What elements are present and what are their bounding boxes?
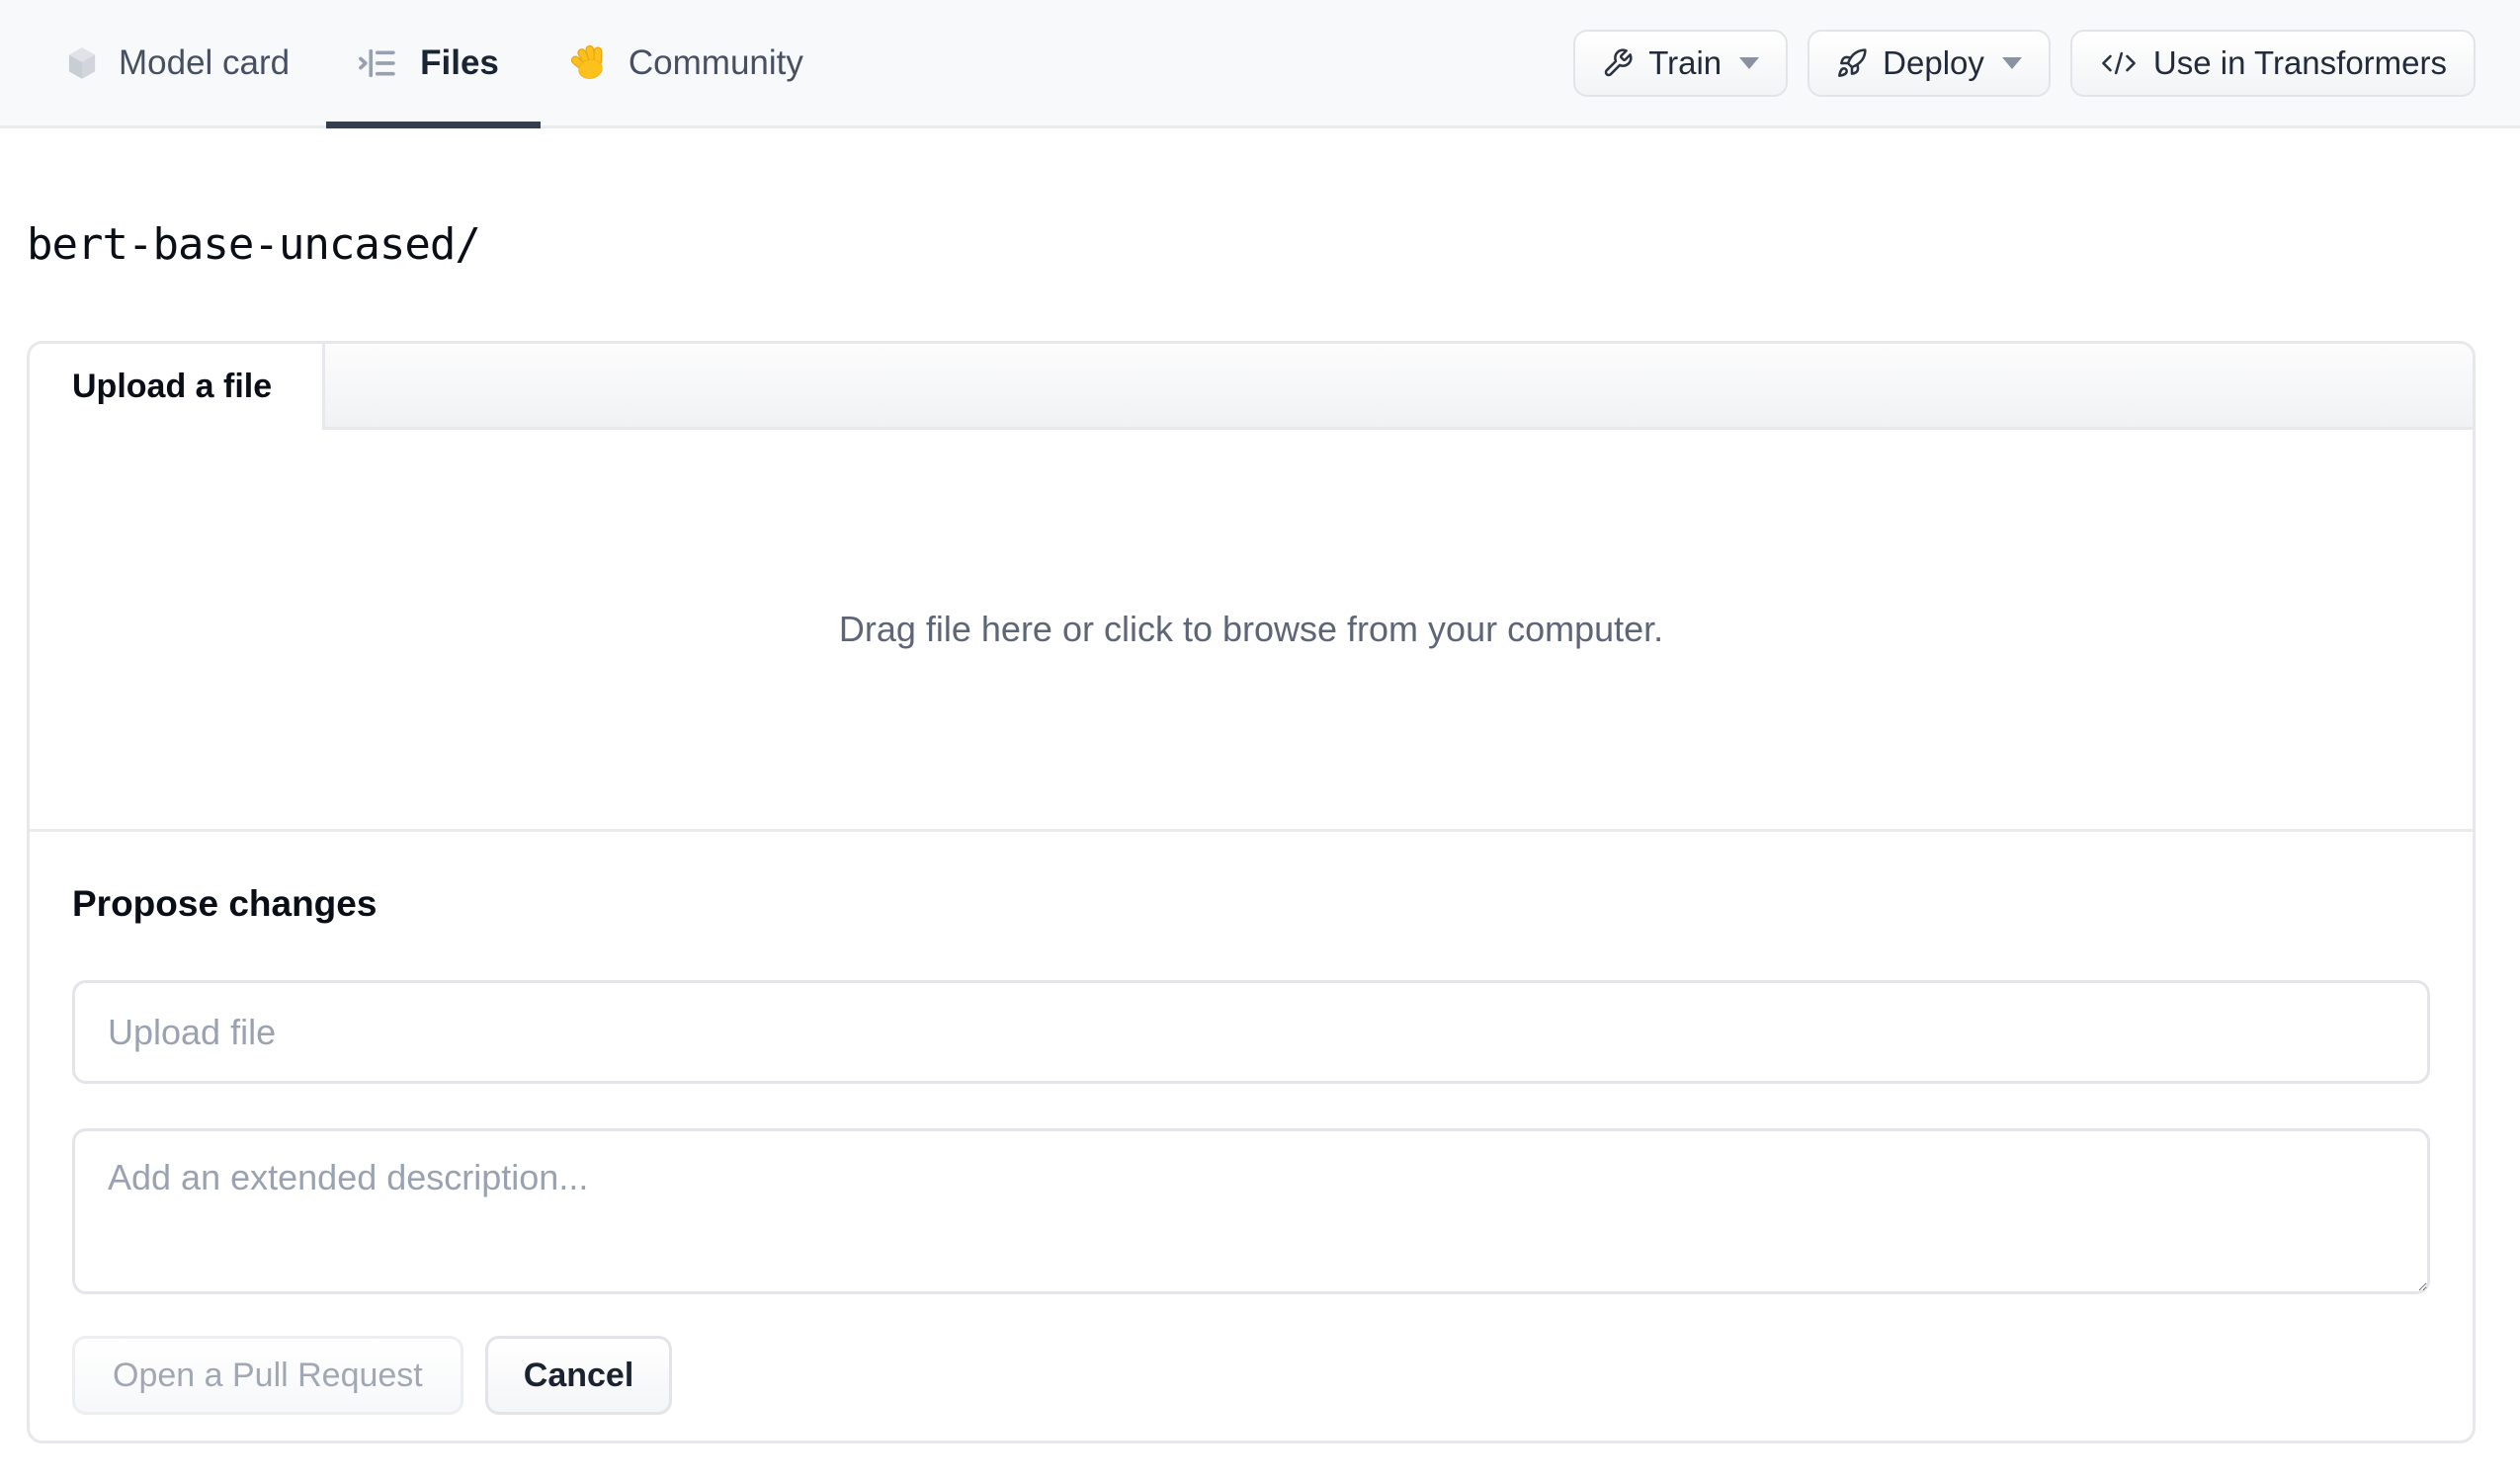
tab-model-card-label: Model card — [119, 42, 291, 82]
repo-actions: Train Deploy Use in Transformers — [1573, 29, 2520, 97]
use-in-transformers-button[interactable]: Use in Transformers — [2069, 29, 2476, 97]
propose-actions: Open a Pull Request Cancel — [72, 1336, 2430, 1415]
top-nav: Model card Files Community Train Deploy … — [0, 0, 2520, 128]
upload-card: Upload a file Drag file here or click to… — [27, 341, 2476, 1443]
tab-model-card[interactable]: Model card — [66, 0, 290, 125]
tab-community[interactable]: Community — [570, 0, 803, 125]
extended-description-textarea[interactable] — [72, 1128, 2430, 1294]
repo-files-page: Model card Files Community Train Deploy … — [0, 0, 2520, 1482]
waving-hand-icon — [570, 44, 608, 81]
train-button-label: Train — [1648, 43, 1722, 81]
cube-icon — [66, 46, 98, 80]
code-icon — [2099, 46, 2139, 80]
tab-files[interactable]: Files — [326, 0, 541, 128]
dropzone-hint: Drag file here or click to browse from y… — [838, 609, 1664, 649]
chevron-down-icon — [1739, 56, 1760, 69]
deploy-button[interactable]: Deploy — [1807, 29, 2051, 97]
list-tree-icon — [354, 41, 399, 86]
upload-card-header: Upload a file — [30, 344, 2473, 430]
propose-changes-heading: Propose changes — [72, 883, 378, 924]
tab-community-label: Community — [628, 42, 803, 82]
chevron-down-icon — [2001, 56, 2022, 69]
rocket-icon — [1836, 47, 1868, 79]
train-button[interactable]: Train — [1573, 29, 1789, 97]
deploy-button-label: Deploy — [1883, 43, 1984, 81]
cancel-button[interactable]: Cancel — [484, 1336, 673, 1415]
tab-files-label: Files — [420, 42, 499, 82]
propose-changes-section: Propose changes Open a Pull Request Canc… — [30, 881, 2473, 1415]
tab-upload-a-file[interactable]: Upload a file — [30, 344, 322, 430]
open-pull-request-button[interactable]: Open a Pull Request — [72, 1336, 463, 1415]
wrench-icon — [1602, 47, 1634, 79]
file-dropzone[interactable]: Drag file here or click to browse from y… — [30, 430, 2473, 832]
upload-filename-input[interactable] — [72, 980, 2430, 1084]
repo-tabs: Model card Files Community — [0, 0, 803, 128]
tab-upload-a-file-label: Upload a file — [72, 368, 273, 405]
active-tab-underline — [326, 122, 541, 128]
breadcrumb[interactable]: bert-base-uncased/ — [27, 219, 481, 270]
upload-card-header-filler — [322, 344, 2473, 430]
use-in-transformers-label: Use in Transformers — [2152, 43, 2447, 81]
